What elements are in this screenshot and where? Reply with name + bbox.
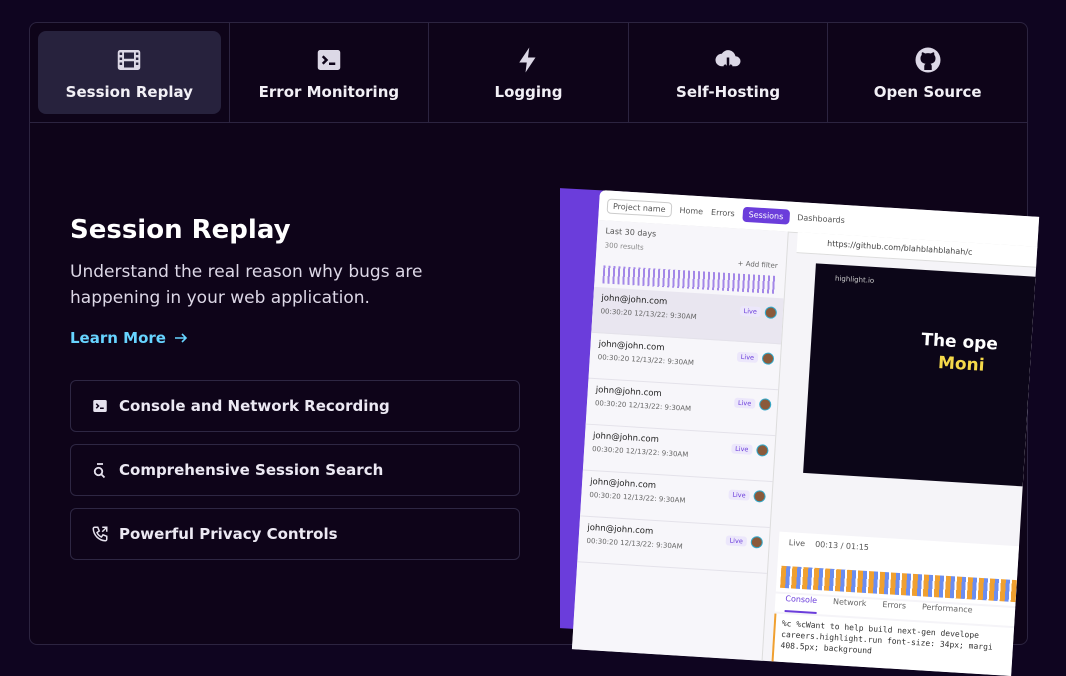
live-badge: Live — [739, 305, 762, 318]
tab-logging[interactable]: Logging — [429, 23, 629, 122]
learn-more-link[interactable]: Learn More — [70, 329, 188, 347]
tab-open-source[interactable]: Open Source — [828, 23, 1027, 122]
github-icon — [913, 45, 943, 75]
tab-label: Session Replay — [65, 82, 193, 101]
live-label: Live — [788, 538, 806, 549]
film-icon — [114, 45, 144, 75]
site-heading-accent: Moni — [937, 352, 986, 376]
tab-label: Self-Hosting — [676, 82, 781, 101]
cloud-download-icon — [713, 45, 743, 75]
devtools-tab: Console — [784, 594, 818, 614]
live-badge: Live — [725, 535, 748, 547]
nav-item: Dashboards — [797, 212, 846, 225]
phone-icon — [92, 526, 108, 542]
lightning-icon — [513, 45, 543, 75]
feature-tabs: Session Replay Error Monitoring Logging … — [30, 23, 1027, 123]
section-title: Session Replay — [70, 215, 291, 245]
feature-label: Console and Network Recording — [119, 397, 390, 415]
section-description: Understand the real reason why bugs are … — [70, 262, 423, 308]
tab-session-replay[interactable]: Session Replay — [30, 23, 230, 122]
devtools-tab: Network — [832, 597, 867, 609]
learn-more-label: Learn More — [70, 329, 166, 347]
site-heading: The ope — [920, 329, 999, 355]
product-preview: Project name Home Errors Sessions Dashbo… — [571, 190, 1040, 676]
devtools-tab: Performance — [921, 602, 973, 615]
nav-item: Errors — [710, 207, 736, 218]
preview-player: https://github.com/blahblahblahah/c high… — [779, 232, 1038, 546]
tab-error-monitoring[interactable]: Error Monitoring — [230, 23, 430, 122]
terminal-icon — [93, 400, 107, 412]
tab-label: Logging — [494, 82, 563, 101]
avatar — [750, 535, 764, 549]
avatar — [753, 489, 766, 503]
tab-label: Open Source — [873, 82, 982, 101]
live-badge: Live — [733, 397, 756, 409]
feature-privacy-controls[interactable]: Powerful Privacy Controls — [70, 508, 520, 560]
preview-session-list: Last 30 days 300 results + Add filter jo… — [571, 219, 789, 661]
replayed-site: highlight.io The ope Moni — [803, 263, 1036, 487]
feature-session-search[interactable]: Comprehensive Session Search — [70, 444, 520, 496]
avatar — [756, 444, 769, 457]
avatar — [758, 398, 772, 411]
devtools-tab: Errors — [882, 600, 907, 611]
search-icon — [93, 463, 106, 479]
avatar — [761, 352, 775, 365]
live-badge: Live — [730, 443, 753, 455]
nav-item: Home — [679, 205, 704, 216]
feature-label: Powerful Privacy Controls — [119, 525, 338, 543]
feature-label: Comprehensive Session Search — [119, 461, 384, 479]
tab-self-hosting[interactable]: Self-Hosting — [629, 23, 829, 122]
time-readout: 00:13 / 01:15 — [814, 539, 870, 553]
feature-console-network[interactable]: Console and Network Recording — [70, 380, 520, 432]
terminal-icon — [314, 45, 344, 75]
live-badge: Live — [728, 489, 750, 501]
tab-label: Error Monitoring — [258, 82, 400, 101]
arrow-right-icon — [174, 333, 188, 343]
site-brand: highlight.io — [834, 274, 875, 285]
avatar — [764, 306, 778, 320]
live-badge: Live — [736, 351, 759, 363]
nav-item: Project name — [606, 197, 673, 217]
nav-item: Sessions — [742, 206, 790, 225]
